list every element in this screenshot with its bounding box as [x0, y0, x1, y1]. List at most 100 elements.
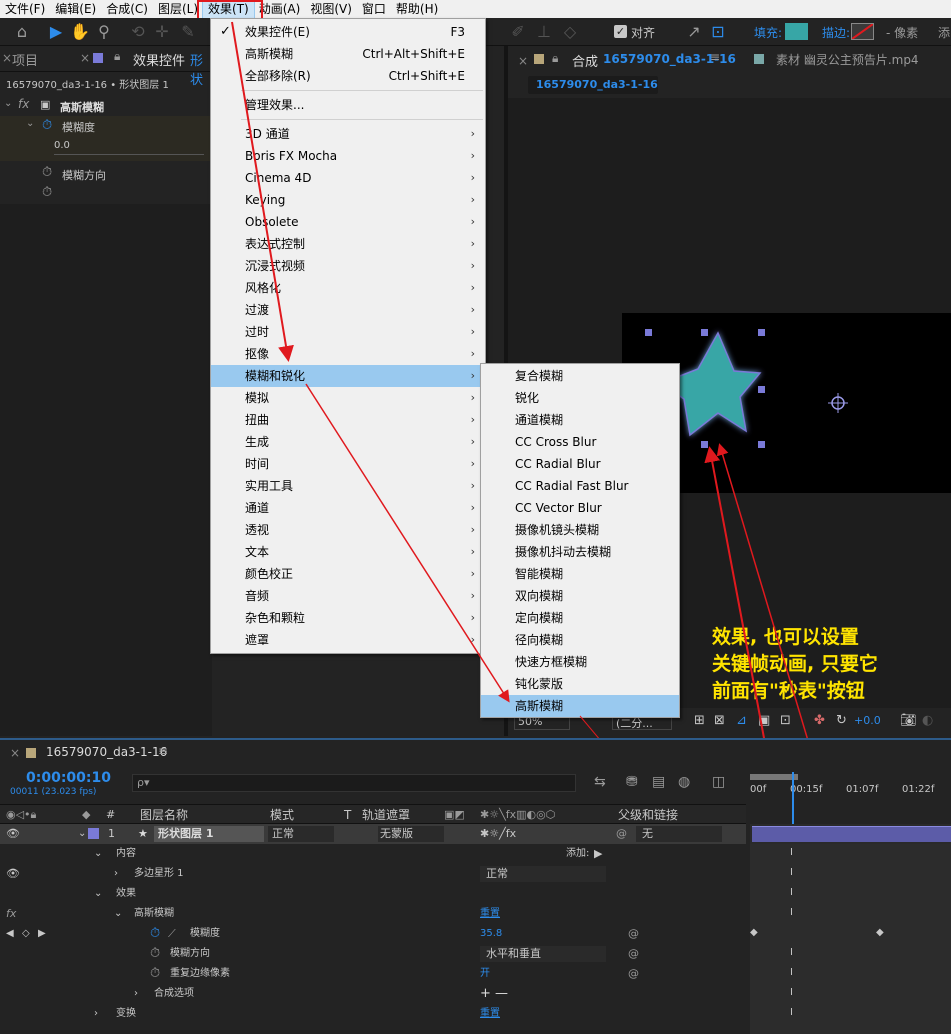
hamburger-icon[interactable]: ≡ [158, 744, 168, 758]
pen-tool-icon[interactable]: ✎ [178, 22, 198, 42]
close-icon[interactable]: × [80, 51, 90, 65]
snap-options-icon[interactable]: ⊡ [708, 22, 728, 42]
menu-view[interactable]: 视图(V) [305, 0, 357, 18]
submenu-item[interactable]: 双向模糊 [481, 585, 679, 607]
submenu-item[interactable]: 摄像机抖动去模糊 [481, 541, 679, 563]
gaussian-blur-row[interactable]: fx ⌄ 高斯模糊 重置 [0, 904, 746, 924]
compositing-add-remove[interactable]: + — [480, 984, 508, 1004]
stopwatch-icon[interactable]: ⏱ [150, 944, 160, 964]
blurriness-row[interactable]: ◀ ◇ ▶ ⏱ ⟋ 模糊度 35.8 @ [0, 924, 746, 944]
pickwhip-icon[interactable]: @ [628, 924, 639, 944]
submenu-item[interactable]: CC Vector Blur [481, 497, 679, 519]
current-timecode[interactable]: 0:00:00:10 [26, 770, 111, 786]
reset-exposure-icon[interactable]: ↻ [836, 713, 847, 728]
comp-subtab[interactable]: 16579070_da3-1-16 [528, 76, 658, 94]
menu-composition[interactable]: 合成(C) [101, 0, 153, 18]
repeat-edge-row[interactable]: ⏱ 重复边缘像素 开 @ [0, 964, 746, 984]
menu-category-item[interactable]: 生成 › [211, 431, 485, 453]
submenu-item[interactable]: CC Radial Blur [481, 453, 679, 475]
chevron-down-icon[interactable]: ⌄ [26, 118, 34, 129]
snap-icon[interactable]: ↗ [684, 22, 704, 42]
stopwatch-icon[interactable]: ⏱ [150, 964, 160, 984]
effects-row[interactable]: ⌄ 效果 [0, 884, 746, 904]
fill-color-swatch[interactable] [785, 23, 808, 40]
composition-flowchart-icon[interactable]: ⇆ [594, 774, 606, 790]
tab-effect-controls[interactable]: 效果控件 [133, 50, 185, 69]
close-icon[interactable]: × [518, 54, 528, 68]
stamp-tool-icon[interactable]: ⊥ [534, 22, 554, 42]
blurriness-slider[interactable] [54, 154, 204, 155]
menu-category-item[interactable]: Obsolete › [211, 211, 485, 233]
submenu-item[interactable]: 摄像机镜头模糊 [481, 519, 679, 541]
close-icon[interactable]: × [10, 746, 20, 760]
eye-icon[interactable]: 👁︎ [6, 864, 20, 884]
col-layer-name[interactable]: 图层名称 [140, 805, 188, 825]
stopwatch-icon[interactable]: ⏱ [42, 185, 52, 200]
layer-label-color[interactable] [88, 828, 99, 839]
menu-category-item[interactable]: 实用工具 › [211, 475, 485, 497]
contents-row[interactable]: ⌄ 内容 添加: ▶ [0, 844, 746, 864]
menu-category-item[interactable]: 文本 › [211, 541, 485, 563]
layer-mode-select[interactable]: 正常 [268, 826, 334, 842]
submenu-item[interactable]: 通道模糊 [481, 409, 679, 431]
dimension-select[interactable]: 水平和垂直 [480, 946, 606, 962]
dimension-row[interactable]: ⏱ 模糊方向 水平和垂直 @ [0, 944, 746, 964]
chevron-down-icon[interactable]: ⌄ [114, 904, 122, 924]
chevron-down-icon[interactable]: ⌄ [4, 98, 12, 109]
submenu-item[interactable]: 高斯模糊 [481, 695, 679, 717]
footage-tab[interactable]: 素材 幽灵公主预告片.mp4 [776, 51, 919, 68]
polystar-mode-select[interactable]: 正常 [480, 866, 606, 882]
pickwhip-icon[interactable]: @ [628, 944, 639, 964]
submenu-item[interactable]: CC Cross Blur [481, 431, 679, 453]
next-keyframe-icon[interactable]: ▶ [38, 924, 46, 944]
blurriness-value[interactable]: 35.8 [480, 924, 502, 944]
stopwatch-icon[interactable]: ⏱ [42, 118, 52, 133]
fx-icon[interactable]: fx [6, 904, 16, 924]
submenu-item[interactable]: CC Radial Fast Blur [481, 475, 679, 497]
add-keyframe-icon[interactable]: ◇ [22, 924, 30, 944]
menu-category-item[interactable]: 风格化 › [211, 277, 485, 299]
draft-3d-icon[interactable]: ⛃ [626, 774, 638, 790]
menu-item-gaussian-recent[interactable]: 高斯模糊 Ctrl+Alt+Shift+E [211, 43, 485, 65]
reset-link[interactable]: 重置 [480, 904, 500, 924]
anchor-tool-icon[interactable]: ✛ [152, 22, 172, 42]
menu-category-item[interactable]: 3D 通道 › [211, 123, 485, 145]
menu-category-item[interactable]: Keying › [211, 189, 485, 211]
time-ruler[interactable]: 00f 00:15f 01:07f 01:22f [750, 770, 951, 804]
menu-category-item[interactable]: 通道 › [211, 497, 485, 519]
stroke-width-unit[interactable]: - 像素 [886, 24, 918, 41]
fx-icon[interactable]: fx [18, 97, 29, 111]
mask-toggle-icon[interactable]: ⊿ [736, 713, 747, 728]
show-snapshot-icon[interactable]: ◐ [922, 713, 933, 728]
track-matte-select[interactable]: 无蒙版 [378, 826, 444, 842]
snapshot-icon[interactable]: ⊡ [780, 713, 791, 728]
chevron-down-icon[interactable]: ⌄ [94, 884, 102, 904]
eye-icon[interactable]: 👁︎ [6, 824, 20, 844]
align-checkbox[interactable]: ✓ [614, 25, 627, 38]
menu-category-item[interactable]: 扭曲 › [211, 409, 485, 431]
keyframe-tracks[interactable]: I I I I ◆ ◆ I I I I [750, 844, 951, 1034]
menu-category-item[interactable]: 颜色校正 › [211, 563, 485, 585]
keyframe-diamond[interactable]: ◆ [750, 927, 758, 938]
chevron-right-icon[interactable]: › [114, 864, 118, 884]
menu-category-item[interactable]: 表达式控制 › [211, 233, 485, 255]
timeline-search-input[interactable]: ρ▾ [132, 774, 576, 792]
chevron-down-icon[interactable]: ⌄ [78, 824, 86, 844]
lock-icon[interactable]: 🔒︎ [114, 49, 120, 64]
pickwhip-icon[interactable]: @ [628, 964, 639, 984]
rotate-tool-icon[interactable]: ⟲ [128, 22, 148, 42]
stroke-color-swatch[interactable] [851, 23, 874, 40]
timeline-tab-label[interactable]: 16579070_da3-1-16 [46, 745, 167, 759]
menu-edit[interactable]: 编辑(E) [50, 0, 101, 18]
compositing-options-row[interactable]: › 合成选项 + — [0, 984, 746, 1004]
menu-category-item[interactable]: Boris FX Mocha › [211, 145, 485, 167]
exposure-value[interactable]: +0.0 [854, 714, 881, 727]
layer-duration-bar[interactable] [752, 826, 951, 842]
stopwatch-icon[interactable]: ⏱ [150, 924, 160, 944]
menu-category-item[interactable]: 过渡 › [211, 299, 485, 321]
menu-category-item[interactable]: 时间 › [211, 453, 485, 475]
layer-row[interactable]: 👁︎ ⌄ 1 ★ 形状图层 1 正常 无蒙版 ✱☼╱fx @ 无 [0, 824, 746, 844]
menu-layer[interactable]: 图层(L) [153, 0, 203, 18]
submenu-item[interactable]: 钝化蒙版 [481, 673, 679, 695]
menu-window[interactable]: 窗口 [357, 0, 391, 18]
